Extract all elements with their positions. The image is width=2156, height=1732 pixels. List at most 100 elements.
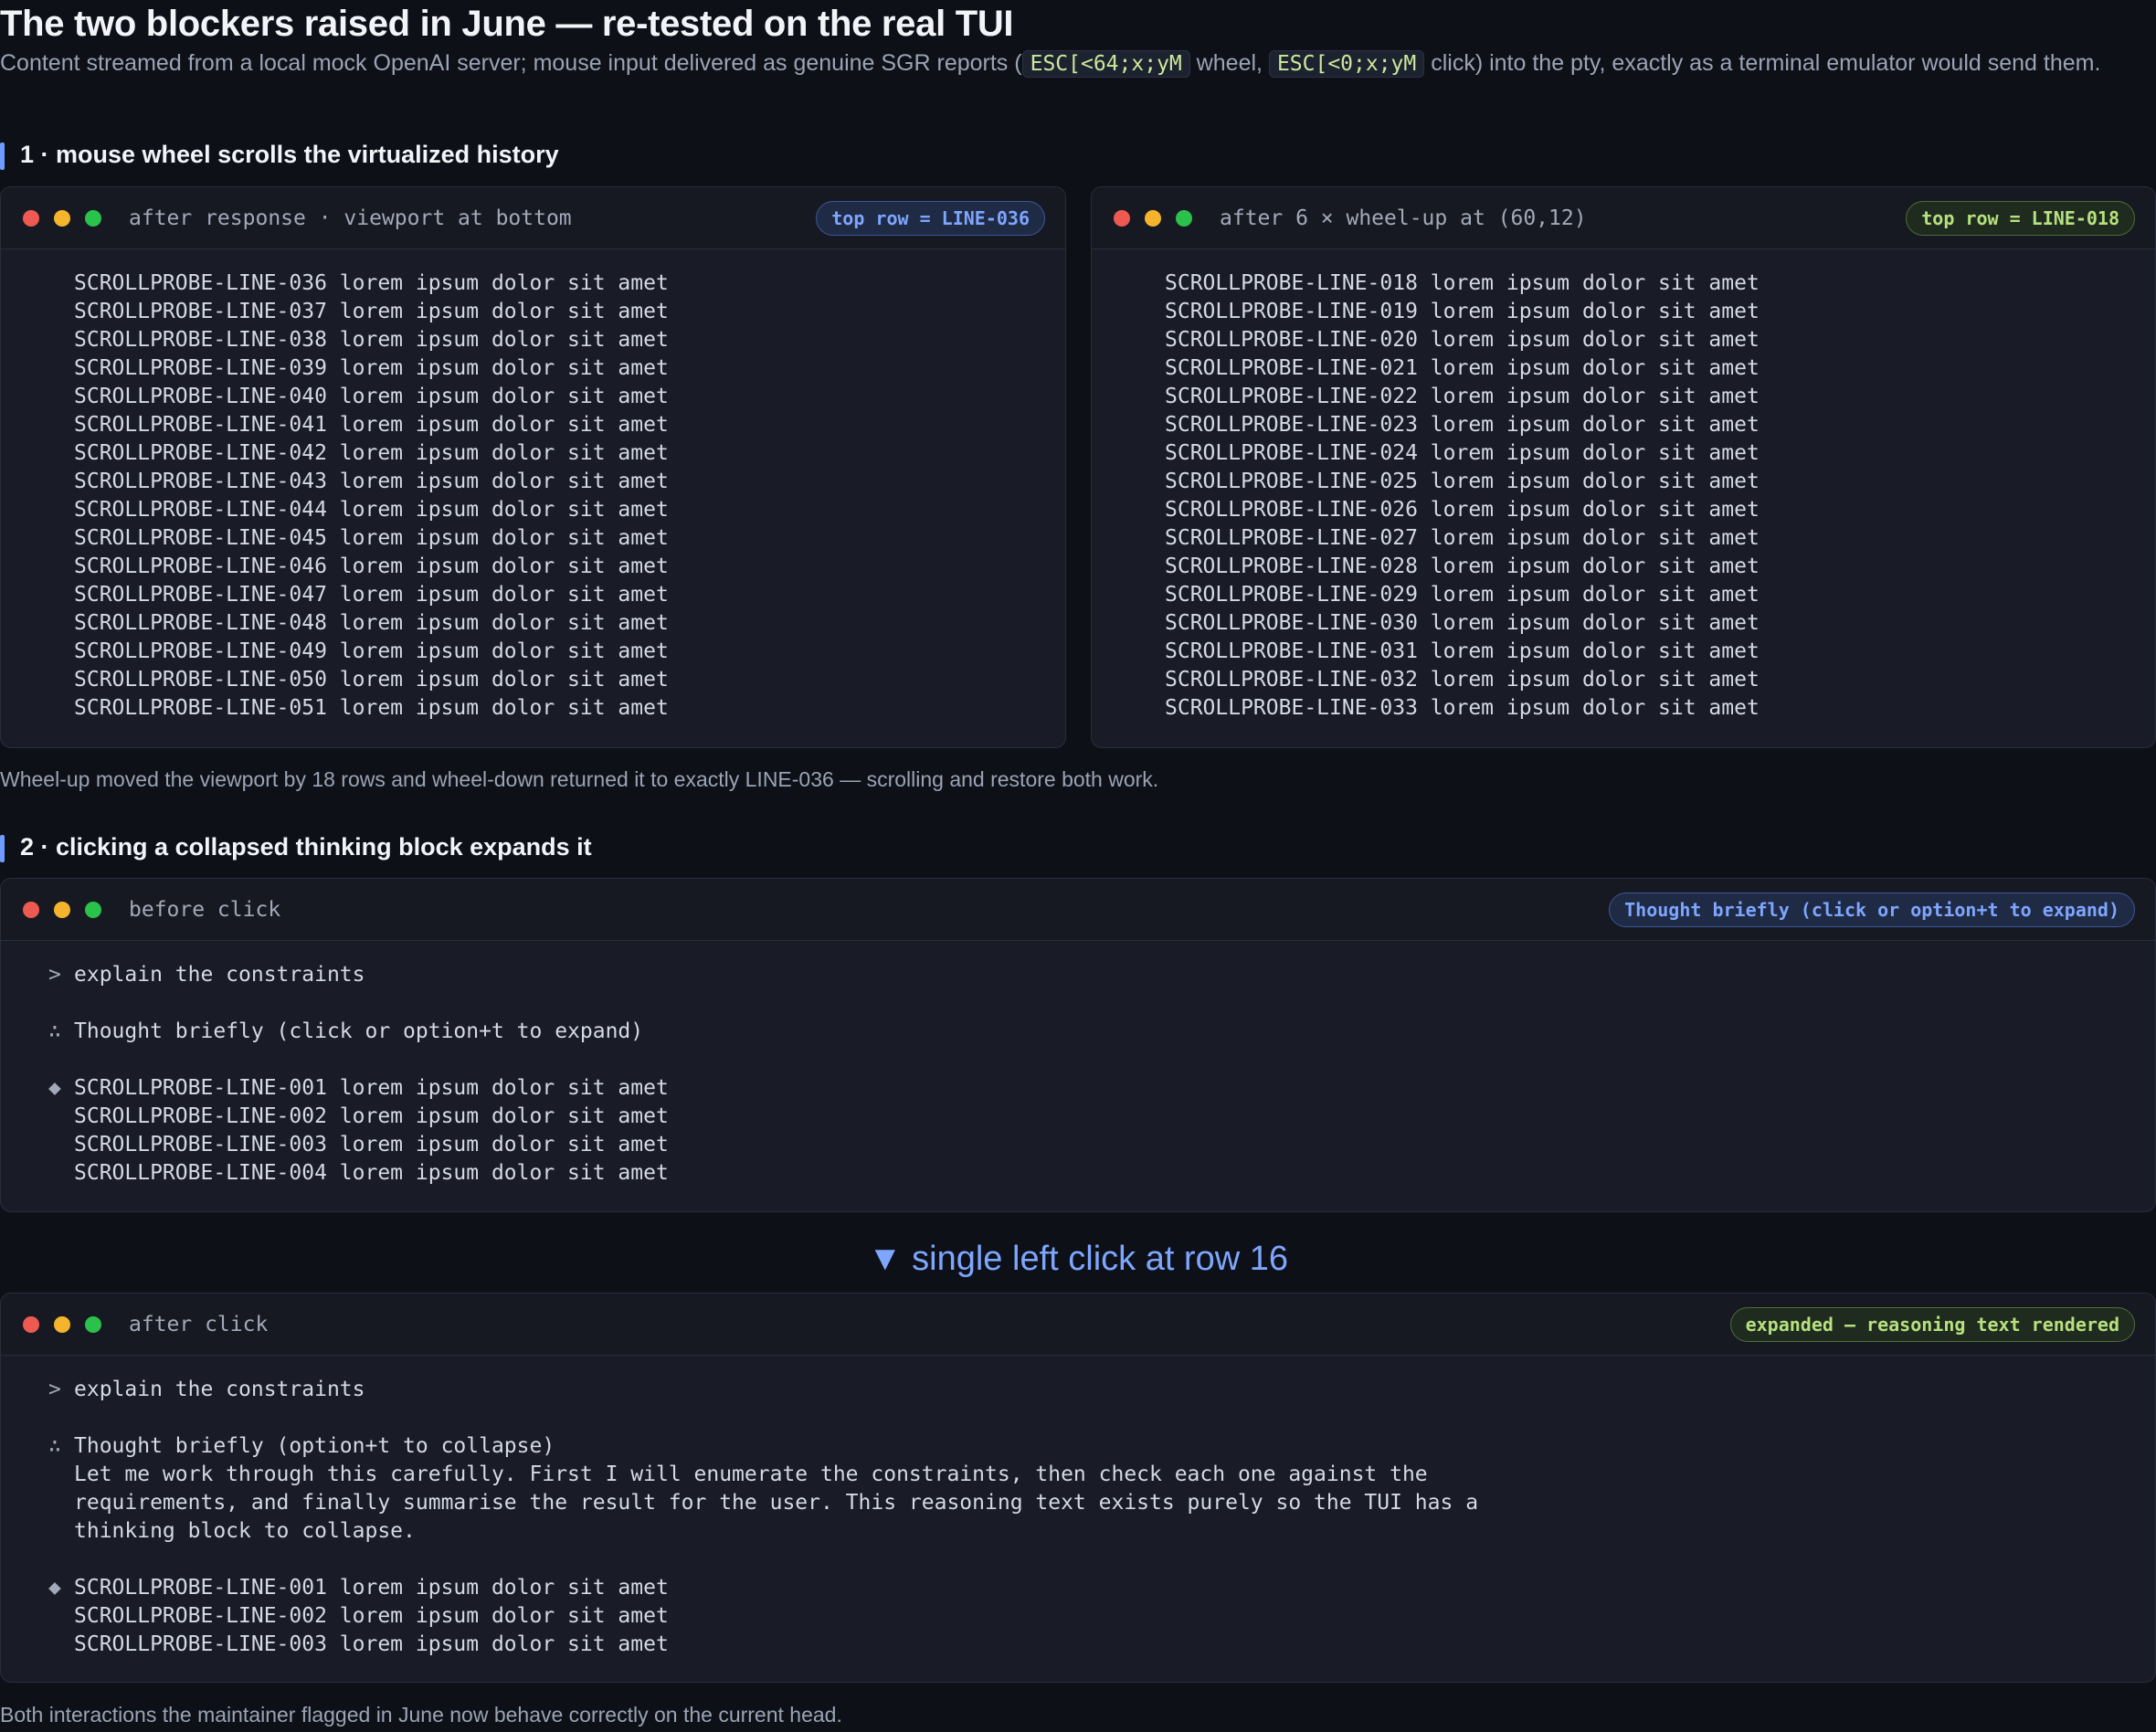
terminal-line: SCROLLPROBE-LINE-051 lorem ipsum dolor s…: [74, 696, 669, 720]
terminal-line: SCROLLPROBE-LINE-029 lorem ipsum dolor s…: [1165, 583, 1760, 607]
section-1-caption: Wheel-up moved the viewport by 18 rows a…: [0, 767, 1159, 791]
maximize-dot-icon: [85, 901, 101, 918]
minimize-dot-icon: [54, 209, 70, 227]
section-2-caption: Both interactions the maintainer flagged…: [0, 1703, 842, 1727]
terminal-line: SCROLLPROBE-LINE-002 lorem ipsum dolor s…: [48, 1103, 2155, 1131]
terminal-line: SCROLLPROBE-LINE-046 lorem ipsum dolor s…: [74, 554, 669, 578]
terminal-line: SCROLLPROBE-LINE-049 lorem ipsum dolor s…: [74, 639, 669, 663]
maximize-dot-icon: [85, 1315, 101, 1333]
terminal-line: SCROLLPROBE-LINE-044 lorem ipsum dolor s…: [74, 498, 669, 522]
terminal-label: after click: [129, 1312, 269, 1336]
state-badge: Thought briefly (click or option+t to ex…: [1609, 892, 2135, 927]
line-marker-icon: >: [48, 963, 61, 987]
terminal-line: SCROLLPROBE-LINE-043 lorem ipsum dolor s…: [74, 470, 669, 493]
line-text: SCROLLPROBE-LINE-002 lorem ipsum dolor s…: [74, 1104, 669, 1128]
terminal-line: SCROLLPROBE-LINE-025 lorem ipsum dolor s…: [1165, 470, 1760, 493]
line-text: SCROLLPROBE-LINE-004 lorem ipsum dolor s…: [74, 1161, 669, 1185]
terminal-line: requirements, and finally summarise the …: [48, 1489, 2155, 1517]
terminal-line: SCROLLPROBE-LINE-042 lorem ipsum dolor s…: [74, 441, 669, 465]
subtitle-text-b: wheel,: [1189, 50, 1269, 76]
click-escape-code: ESC[<0;x;yM: [1268, 50, 1425, 78]
maximize-dot-icon: [1176, 209, 1192, 227]
terminal-line: ∴ Thought briefly (click or option+t to e…: [48, 1018, 2155, 1046]
terminal-after-click[interactable]: after click expanded — reasoning text re…: [0, 1293, 2156, 1683]
line-marker-icon: >: [48, 1378, 61, 1401]
terminal-output: > explain the constraints ∴ Thought briefly…: [1, 941, 2155, 1188]
line-text: SCROLLPROBE-LINE-003 lorem ipsum dolor s…: [74, 1133, 669, 1156]
terminal-line: SCROLLPROBE-LINE-033 lorem ipsum dolor s…: [1165, 696, 1760, 720]
terminal-output: SCROLLPROBE-LINE-018 lorem ipsum dolor s…: [1092, 249, 2155, 723]
close-dot-icon: [23, 1315, 39, 1333]
terminal-line: SCROLLPROBE-LINE-023 lorem ipsum dolor s…: [1165, 413, 1760, 437]
terminal-line: SCROLLPROBE-LINE-040 lorem ipsum dolor s…: [74, 385, 669, 408]
line-marker-icon: ∴: [48, 1019, 61, 1043]
line-text: Thought briefly (click or option+t to ex…: [74, 1019, 644, 1043]
page-subtitle: Content streamed from a local mock OpenA…: [0, 49, 2147, 79]
terminal-before-click[interactable]: before click Thought briefly (click or o…: [0, 878, 2156, 1212]
top-row-badge: top row = LINE-036: [816, 201, 1045, 236]
terminal-line: SCROLLPROBE-LINE-027 lorem ipsum dolor s…: [1165, 526, 1760, 550]
terminal-after-scroll[interactable]: after 6 × wheel-up at (60,12) top row = …: [1091, 186, 2156, 748]
terminal-titlebar: before click Thought briefly (click or o…: [1, 879, 2155, 941]
line-marker-icon: ◆: [48, 1576, 61, 1600]
terminal-line: Let me work through this carefully. Firs…: [48, 1461, 2155, 1489]
terminal-line: > explain the constraints: [48, 961, 2155, 989]
terminal-line: SCROLLPROBE-LINE-048 lorem ipsum dolor s…: [74, 611, 669, 635]
terminal-line: ◆ SCROLLPROBE-LINE-001 lorem ipsum dolor …: [48, 1074, 2155, 1103]
minimize-dot-icon: [54, 1315, 70, 1333]
terminal-output: > explain the constraints ∴ Thought briefly…: [1, 1356, 2155, 1659]
terminal-label: after response · viewport at bottom: [129, 206, 572, 230]
minimize-dot-icon: [54, 901, 70, 918]
wheel-escape-code: ESC[<64;x;yM: [1021, 50, 1190, 78]
line-text: SCROLLPROBE-LINE-001 lorem ipsum dolor s…: [74, 1576, 669, 1600]
terminal-line: SCROLLPROBE-LINE-021 lorem ipsum dolor s…: [1165, 356, 1760, 380]
close-dot-icon: [23, 209, 39, 227]
terminal-line: SCROLLPROBE-LINE-004 lorem ipsum dolor s…: [48, 1159, 2155, 1188]
line-text: explain the constraints: [74, 963, 365, 987]
terminal-line: SCROLLPROBE-LINE-022 lorem ipsum dolor s…: [1165, 385, 1760, 408]
terminal-line: SCROLLPROBE-LINE-041 lorem ipsum dolor s…: [74, 413, 669, 437]
terminal-line: SCROLLPROBE-LINE-024 lorem ipsum dolor s…: [1165, 441, 1760, 465]
terminal-line: SCROLLPROBE-LINE-031 lorem ipsum dolor s…: [1165, 639, 1760, 663]
terminal-line: SCROLLPROBE-LINE-003 lorem ipsum dolor s…: [48, 1131, 2155, 1159]
terminal-label: after 6 × wheel-up at (60,12): [1220, 206, 1587, 230]
subtitle-text-c: click) into the pty, exactly as a termin…: [1424, 50, 2101, 76]
terminal-line: SCROLLPROBE-LINE-032 lorem ipsum dolor s…: [1165, 668, 1760, 692]
section-1-heading: 1 · mouse wheel scrolls the virtualized …: [0, 141, 559, 170]
terminal-line: SCROLLPROBE-LINE-026 lorem ipsum dolor s…: [1165, 498, 1760, 522]
terminal-line: SCROLLPROBE-LINE-045 lorem ipsum dolor s…: [74, 526, 669, 550]
terminal-line: thinking block to collapse.: [48, 1517, 2155, 1546]
terminal-line: SCROLLPROBE-LINE-002 lorem ipsum dolor s…: [48, 1602, 2155, 1631]
close-dot-icon: [1114, 209, 1130, 227]
terminal-titlebar: after 6 × wheel-up at (60,12) top row = …: [1092, 187, 2155, 249]
line-text: requirements, and finally summarise the …: [74, 1491, 1479, 1515]
line-marker-icon: ◆: [48, 1076, 61, 1100]
terminal-before-scroll[interactable]: after response · viewport at bottom top …: [0, 186, 1066, 748]
terminal-line: SCROLLPROBE-LINE-039 lorem ipsum dolor s…: [74, 356, 669, 380]
terminal-line: SCROLLPROBE-LINE-036 lorem ipsum dolor s…: [74, 271, 669, 295]
terminal-line: SCROLLPROBE-LINE-030 lorem ipsum dolor s…: [1165, 611, 1760, 635]
terminal-titlebar: after click expanded — reasoning text re…: [1, 1294, 2155, 1356]
terminal-label: before click: [129, 897, 281, 922]
minimize-dot-icon: [1145, 209, 1161, 227]
section-2-heading: 2 · clicking a collapsed thinking block …: [0, 833, 592, 862]
subtitle-text-a: Content streamed from a local mock OpenA…: [0, 50, 1022, 76]
terminal-titlebar: after response · viewport at bottom top …: [1, 187, 1065, 249]
click-action-indicator: ▼ single left click at row 16: [867, 1240, 1288, 1278]
terminal-line: SCROLLPROBE-LINE-003 lorem ipsum dolor s…: [48, 1631, 2155, 1659]
terminal-line: SCROLLPROBE-LINE-038 lorem ipsum dolor s…: [74, 328, 669, 352]
close-dot-icon: [23, 901, 39, 918]
maximize-dot-icon: [85, 209, 101, 227]
terminal-output: SCROLLPROBE-LINE-036 lorem ipsum dolor s…: [1, 249, 1065, 723]
terminal-line: SCROLLPROBE-LINE-019 lorem ipsum dolor s…: [1165, 300, 1760, 323]
terminal-line: SCROLLPROBE-LINE-037 lorem ipsum dolor s…: [74, 300, 669, 323]
line-text: SCROLLPROBE-LINE-003 lorem ipsum dolor s…: [74, 1632, 669, 1656]
line-text: SCROLLPROBE-LINE-001 lorem ipsum dolor s…: [74, 1076, 669, 1100]
terminal-line: ◆ SCROLLPROBE-LINE-001 lorem ipsum dolor …: [48, 1574, 2155, 1602]
line-text: thinking block to collapse.: [74, 1519, 416, 1543]
line-text: explain the constraints: [74, 1378, 365, 1401]
top-row-badge: top row = LINE-018: [1906, 201, 2135, 236]
